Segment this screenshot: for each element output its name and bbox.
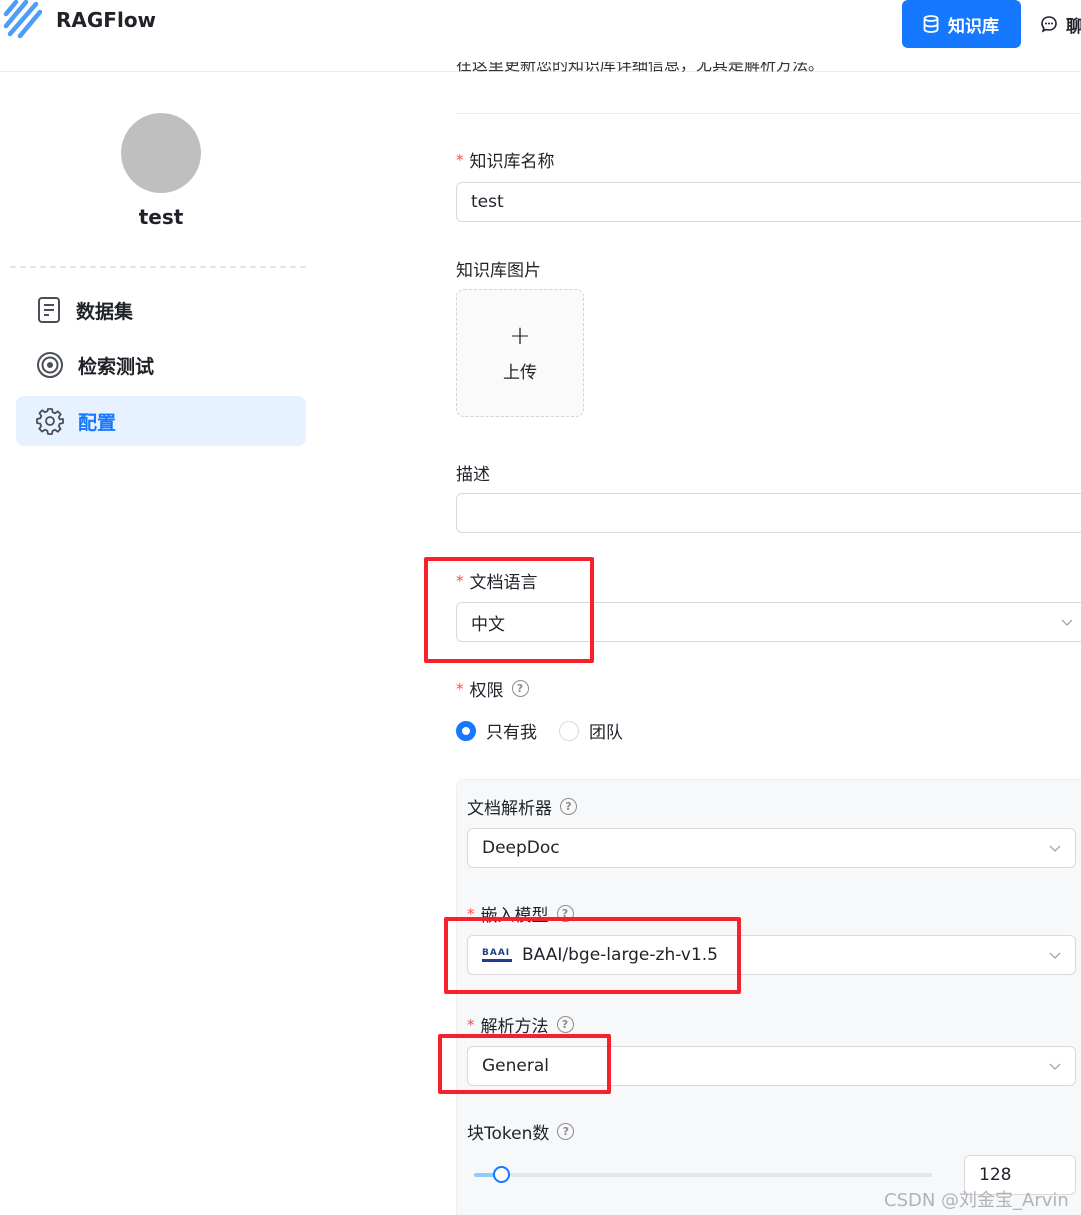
kb-name-label-text: 知识库名称 (469, 152, 555, 172)
kb-image-label: 知识库图片 (456, 256, 541, 281)
kb-name-input[interactable]: test (456, 182, 1081, 222)
highlight-box-chunk-method (438, 1034, 611, 1094)
permission-label-text: 权限 (469, 681, 504, 701)
kb-avatar (121, 113, 201, 193)
help-icon[interactable]: ? (556, 1016, 574, 1033)
radio-label: 团队 (589, 723, 623, 743)
permission-label: * 权限 ? (456, 676, 529, 701)
document-icon (38, 297, 60, 323)
parser-label-text: 文档解析器 (467, 799, 552, 819)
database-icon (923, 15, 939, 33)
help-icon[interactable]: ? (560, 798, 577, 815)
kb-image-label-text: 知识库图片 (456, 261, 541, 281)
nav-chat-label: 聊 (1066, 16, 1081, 37)
sidebar-item-config[interactable]: 配置 (16, 396, 306, 446)
form-divider (456, 113, 1081, 114)
chunk-token-label: 块Token数 ? (467, 1119, 575, 1144)
chevron-down-icon (1061, 619, 1073, 626)
description-label-text: 描述 (456, 465, 490, 485)
help-icon[interactable]: ? (557, 1123, 575, 1140)
parser-select-value: DeepDoc (482, 838, 560, 858)
target-icon (37, 352, 63, 378)
chevron-down-icon (1049, 1063, 1061, 1070)
radio-unchecked-icon (559, 720, 579, 741)
chevron-down-icon (1049, 845, 1061, 852)
sidebar-item-retrieval-test[interactable]: 检索测试 (16, 340, 306, 390)
plus-icon: + (509, 320, 531, 351)
nav-knowledge-base-label: 知识库 (948, 16, 999, 37)
description-input[interactable] (456, 493, 1081, 533)
nav-chat-button[interactable]: 聊 (1032, 0, 1081, 48)
app-title: RAGFlow (56, 8, 157, 32)
permission-radio-team[interactable]: 团队 (559, 718, 623, 743)
sidebar-divider (10, 266, 306, 268)
chat-bubble-icon (1041, 16, 1057, 33)
required-mark: * (456, 150, 464, 169)
chevron-down-icon (1049, 952, 1061, 959)
radio-label: 只有我 (486, 723, 537, 743)
nav-knowledge-base-button[interactable]: 知识库 (902, 0, 1021, 48)
sidebar-item-label: 数据集 (76, 300, 134, 323)
chunk-token-value: 128 (979, 1165, 1012, 1185)
watermark: CSDN @刘金宝_Arvin (884, 1190, 1069, 1211)
kb-name: test (138, 205, 184, 229)
image-upload-button[interactable]: + 上传 (456, 289, 584, 417)
sidebar-item-label: 检索测试 (78, 355, 155, 378)
gear-icon (36, 408, 64, 435)
sidebar-item-label: 配置 (78, 411, 117, 434)
help-icon[interactable]: ? (511, 680, 529, 697)
parser-label: 文档解析器 ? (467, 794, 577, 819)
form-description-text: 在这里更新您的知识库详细信息，尤其是解析方法。 (456, 62, 825, 74)
parser-select[interactable]: DeepDoc (467, 828, 1076, 868)
required-mark: * (456, 679, 464, 698)
required-mark: * (467, 1015, 475, 1034)
chunk-token-label-text: 块Token数 (467, 1124, 550, 1144)
highlight-box-embedding (444, 917, 741, 994)
kb-name-label: * 知识库名称 (456, 147, 555, 173)
upload-label: 上传 (503, 362, 537, 383)
permission-radio-only-me[interactable]: 只有我 (456, 718, 537, 743)
highlight-box-language (424, 557, 594, 663)
slider-handle[interactable] (493, 1166, 510, 1183)
radio-checked-icon (456, 720, 476, 741)
ragflow-logo-icon (3, 0, 42, 39)
sidebar-item-dataset[interactable]: 数据集 (16, 285, 306, 335)
kb-name-input-value: test (471, 192, 504, 212)
chunk-token-slider[interactable] (474, 1166, 932, 1183)
description-label: 描述 (456, 460, 490, 485)
